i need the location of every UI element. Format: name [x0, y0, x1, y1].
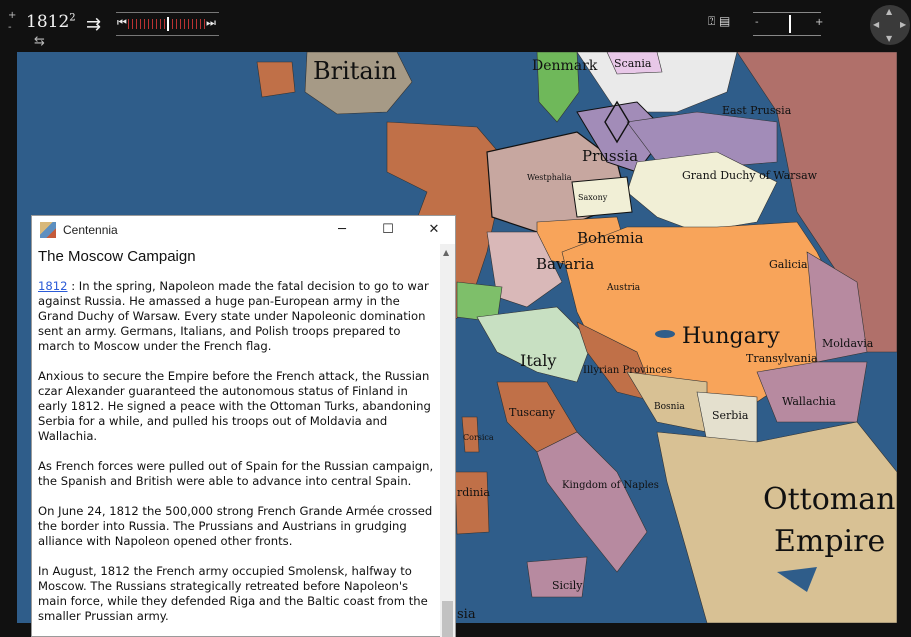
close-button[interactable]: ✕: [411, 216, 457, 244]
article-paragraph: In August, 1812 the French army occupied…: [38, 564, 428, 623]
zoom-in-button[interactable]: +: [815, 17, 823, 28]
article-heading: The Moscow Campaign: [38, 248, 196, 265]
lake-balaton: [655, 330, 675, 338]
scroll-up-icon[interactable]: ▲: [443, 248, 449, 257]
label-ottoman: Ottoman: [763, 482, 895, 517]
pan-left-icon[interactable]: ◀: [873, 20, 879, 29]
label-prussia: Prussia: [582, 147, 638, 165]
region-sardinia[interactable]: [454, 471, 490, 535]
label-moldavia: Moldavia: [822, 337, 874, 350]
label-sia: sia: [457, 607, 476, 622]
year-sub-step: 2: [69, 12, 76, 24]
top-toolbar: + - 18122 ⇆ ⇉ ⏮ ⏭ ⍰ ▤ - + ▲ ▼ ◀ ▶: [0, 0, 911, 52]
label-galicia: Galicia: [769, 258, 808, 271]
label-italy: Italy: [520, 351, 556, 370]
timeline-thumb[interactable]: [167, 17, 169, 31]
zoom-thumb[interactable]: [789, 15, 791, 33]
article-content: The Moscow Campaign 1812 : In the spring…: [32, 244, 441, 637]
paragraph-text: : In the spring, Napoleon made the fatal…: [38, 279, 429, 353]
zoom-slider[interactable]: - +: [753, 12, 823, 36]
region-ireland[interactable]: [256, 61, 296, 98]
label-warsaw: Grand Duchy of Warsaw: [682, 169, 818, 182]
zoom-out-button[interactable]: -: [755, 17, 759, 28]
minimize-button[interactable]: ─: [319, 216, 365, 244]
article-paragraph: On June 24, 1812 the 500,000 strong Fren…: [38, 504, 433, 548]
label-hungary: Hungary: [682, 324, 780, 349]
year-decrement-button[interactable]: -: [8, 22, 12, 33]
pan-up-icon[interactable]: ▲: [886, 7, 892, 16]
year-increment-button[interactable]: +: [8, 10, 16, 21]
label-corsica: Corsica: [463, 433, 494, 442]
label-serbia: Serbia: [712, 409, 749, 422]
label-bavaria: Bavaria: [536, 255, 594, 273]
label-sardinia: rdinia: [457, 486, 490, 499]
region-wallachia[interactable]: [756, 361, 868, 423]
label-wallachia: Wallachia: [782, 395, 836, 408]
year-display: 18122: [26, 12, 76, 32]
zoom-rail-bottom: [753, 35, 821, 36]
scrollbar[interactable]: ▲: [440, 244, 455, 637]
timeline-rail-top: [116, 12, 219, 13]
shuffle-icon[interactable]: ⇉: [86, 14, 101, 35]
article-paragraph: As French forces were pulled out of Spai…: [38, 459, 434, 488]
app-icon: [40, 222, 56, 238]
label-saxony: Saxony: [578, 193, 608, 202]
timeline-rail-bottom: [116, 35, 219, 36]
zoom-rail-top: [753, 12, 821, 13]
article-paragraph: 1812 : In the spring, Napoleon made the …: [38, 279, 435, 354]
label-bohemia: Bohemia: [577, 229, 644, 247]
scrollbar-thumb[interactable]: [442, 601, 453, 637]
year-value: 1812: [26, 12, 70, 32]
pan-icon[interactable]: ▲ ▼ ◀ ▶: [870, 5, 910, 45]
label-transylvania: Transylvania: [746, 352, 818, 365]
label-austria: Austria: [606, 283, 641, 293]
label-illyrian-provinces: Illyrian Provinces: [583, 365, 672, 376]
pan-right-icon[interactable]: ▶: [900, 20, 906, 29]
window-titlebar[interactable]: Centennia ─ ☐ ✕: [32, 216, 455, 244]
label-britain: Britain: [313, 57, 397, 85]
maximize-button[interactable]: ☐: [365, 216, 411, 244]
label-bosnia: Bosnia: [654, 402, 685, 412]
info-window: Centennia ─ ☐ ✕ The Moscow Campaign 1812…: [31, 215, 456, 637]
timeline-slider[interactable]: ⏮ ⏭: [116, 12, 219, 36]
swap-icon[interactable]: ⇆: [34, 34, 45, 49]
label-westphalia: Westphalia: [527, 173, 572, 182]
label-tuscany: Tuscany: [509, 406, 556, 419]
label-denmark: Denmark: [532, 58, 598, 74]
label-kingdom-naples: Kingdom of Naples: [562, 480, 659, 491]
step-forward-icon[interactable]: ⏭: [206, 16, 216, 30]
step-back-icon[interactable]: ⏮: [117, 16, 127, 30]
pan-down-icon[interactable]: ▼: [886, 34, 892, 43]
window-title: Centennia: [63, 223, 118, 237]
label-empire: Empire: [774, 524, 885, 559]
label-east-prussia: East Prussia: [722, 104, 792, 117]
label-scania: Scania: [614, 57, 652, 70]
help-icon[interactable]: ⍰ ▤: [708, 14, 730, 29]
year-link[interactable]: 1812: [38, 279, 68, 293]
label-sicily: Sicily: [552, 579, 583, 592]
article-paragraph: Anxious to secure the Empire before the …: [38, 369, 431, 443]
